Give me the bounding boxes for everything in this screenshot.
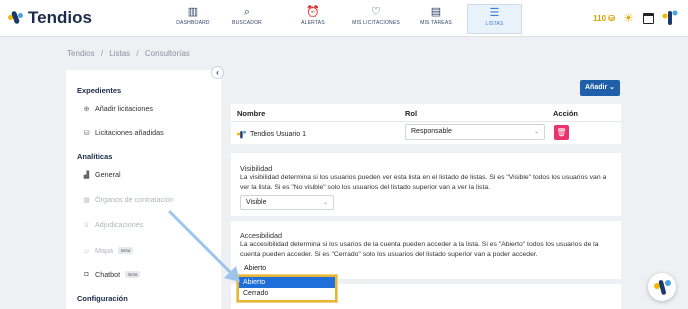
nav-listas[interactable]: ☰ LISTAS [467,4,522,34]
section-expedientes: Expedientes [77,86,122,95]
section-analiticas: Analíticas [77,152,113,161]
visibility-title: Visibilidad [240,164,273,173]
sidebar-item-general[interactable]: ▟ General [82,170,121,179]
trophy-icon: ♕ [83,221,90,229]
calendar-icon[interactable] [643,12,654,24]
accessibility-dropdown[interactable]: Abierto Cerrado [237,275,337,302]
option-cerrado[interactable]: Cerrado [239,288,335,299]
credits-counter[interactable]: 110 ⛁ [593,14,615,23]
app-logo[interactable]: Tendios [8,8,92,28]
add-button[interactable]: Añadir ⌄ [580,80,620,96]
accessibility-card: Accesibilidad La accesibilidad determina… [231,221,621,279]
user-name: Tendios Usuario 1 [250,131,307,138]
sun-icon[interactable]: ☀ [623,12,635,24]
breadcrumb-listas[interactable]: Listas [109,49,130,58]
visibility-select[interactable]: Visible ⌄ [240,195,334,210]
app-name: Tendios [28,8,92,27]
table-divider [231,121,621,122]
accessibility-title: Accesibilidad [240,231,282,240]
visibility-card: Visibilidad La visibilidad determina si … [231,153,621,216]
sidebar-item-anadir-licitaciones[interactable]: ⊕ Añadir licitaciones [82,104,153,113]
nav-mis-tareas[interactable]: ▤ MIS TAREAS [411,4,461,34]
building-icon: ▦ [83,196,90,204]
top-right-tools: 110 ⛁ ☀ [593,9,678,27]
user-avatar-icon[interactable] [662,9,678,27]
beta-badge: Beta [125,271,141,278]
sidebar-item-mapa[interactable]: ▱ Mapa Beta [82,246,134,255]
alarm-clock-icon: ⏰ [306,6,320,18]
users-table: Nombre Rol Acción Tendios Usuario 1 Resp… [231,104,621,144]
bar-chart-icon: ▥ [187,6,199,18]
breadcrumb-separator: / [100,49,104,58]
nav-alertas[interactable]: ⏰ ALERTAS [290,4,336,34]
map-icon: ▱ [83,247,90,255]
visibility-description: La visibilidad determina si los usuarios… [240,174,607,191]
breadcrumb-tendios[interactable]: Tendios [67,49,95,58]
section-configuracion: Configuración [77,294,128,303]
chart-icon: ▟ [83,171,90,179]
top-bar: Tendios ▥ DASHBOARD ⌕ BUSCADOR ⏰ ALERTAS… [0,0,688,37]
search-icon: ⌕ [243,6,251,18]
option-abierto[interactable]: Abierto [239,277,335,288]
table-row-user: Tendios Usuario 1 [237,130,306,139]
heart-icon: ♡ [370,6,382,18]
chevron-down-icon: ⌄ [322,200,328,206]
delete-button[interactable]: 🗑 [554,125,569,140]
nav-dashboard[interactable]: ▥ DASHBOARD [168,4,218,34]
sidebar-item-chatbot[interactable]: ◘ Chatbot Beta [82,270,141,279]
tendios-logo-icon [654,280,671,295]
help-widget-button[interactable] [648,273,676,301]
header-accion: Acción [553,109,579,118]
trash-icon: 🗑 [556,128,567,137]
breadcrumb: Tendios / Listas / Consultorías [67,49,194,58]
beta-badge: Beta [117,247,134,254]
task-board-icon: ▤ [430,6,442,18]
pointer-arrow [168,210,240,282]
header-rol: Rol [405,109,418,118]
list-icon: ☰ [489,7,500,19]
sidebar-item-licitaciones-anadidas[interactable]: ⛁ Licitaciones añadidas [82,128,164,137]
nav-buscador[interactable]: ⌕ BUSCADOR [222,4,272,34]
breadcrumb-separator: / [136,49,139,58]
breadcrumb-current: Consultorías [144,49,190,58]
accessibility-select[interactable]: Abierto [244,265,266,272]
tendios-logo-icon [8,10,24,26]
stack-icon: ⛁ [83,129,90,137]
sidebar-item-adjudicaciones[interactable]: ♕ Adjudicaciones [82,220,143,229]
accessibility-description: La accesibilidad determina si los usario… [240,241,599,258]
chevron-down-icon: ⌄ [609,84,615,91]
user-logo-icon [237,130,246,139]
plus-circle-icon: ⊕ [83,105,90,113]
chevron-left-icon: ‹ [216,68,219,77]
role-select[interactable]: Responsable ⌄ [405,124,545,140]
robot-icon: ◘ [84,271,89,278]
header-nombre: Nombre [237,109,266,118]
sidebar-collapse-button[interactable]: ‹ [211,66,224,79]
chevron-down-icon: ⌄ [533,129,539,135]
nav-mis-licitaciones[interactable]: ♡ MIS LICITACIONES [348,4,404,34]
sidebar-item-organos[interactable]: ▦ Órganos de contratación [82,195,174,204]
